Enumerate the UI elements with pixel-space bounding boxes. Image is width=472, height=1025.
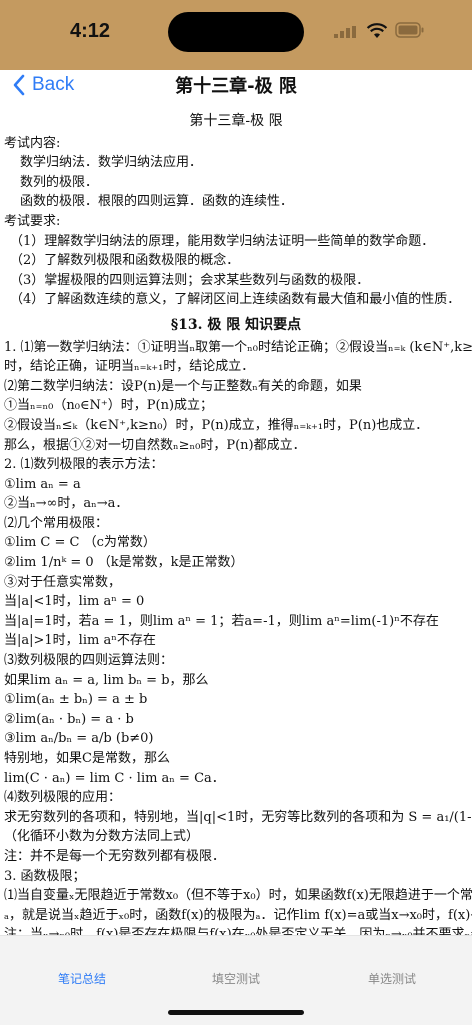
content-line: （1）理解数学归纳法的原理，能用数学归纳法证明一些简单的数学命题．: [10, 233, 435, 249]
content-line: ①lim(aₙ ± bₙ) = a ± b: [4, 692, 148, 708]
content-line: （化循环小数为分数方法同上式）: [4, 829, 200, 845]
content-line: ⑶数列极限的四则运算法则：: [4, 653, 174, 669]
tab-notes-summary[interactable]: 笔记总结: [22, 970, 142, 987]
home-indicator: [168, 1010, 304, 1015]
battery-icon: [395, 22, 424, 38]
content-line: ③lim aₙ/bₙ = a/b (b≠0): [4, 731, 154, 747]
content-line: 那么，根据①②对一切自然数ₙ≥ₙ₀时，P(n)都成立．: [4, 437, 306, 453]
content-line: （4）了解函数连续的意义，了解闭区间上连续函数有最大值和最小值的性质．: [10, 292, 461, 308]
content-line: ⑵几个常用极限：: [4, 515, 109, 531]
content-line: 3. 函数极限；: [4, 868, 86, 884]
content-line: 求无穷数列的各项和，特别地，当|q|<1时，无穷等比数列的各项和为 S = a₁…: [4, 809, 472, 825]
content-line: ③对于任意实常数，: [4, 574, 122, 590]
content-line: ②假设当ₙ≤ₖ（k∈N⁺,k≥n₀）时，P(n)成立，推得ₙ₌ₖ₊₁时，P(n)…: [4, 417, 429, 433]
content-line: 考试内容:: [4, 135, 61, 151]
content-line: ②当ₙ→∞时，aₙ→a．: [4, 496, 129, 512]
document-title: 第十三章-极 限: [189, 113, 283, 129]
cellular-signal-icon: [334, 26, 356, 38]
content-line: 数学归纳法．数学归纳法应用．: [20, 155, 203, 171]
content-line: 考试要求:: [4, 213, 61, 229]
knowledge-points: 1. ⑴第一数学归纳法：①证明当ₙ取第一个ₙ₀时结论正确；②假设当ₙ₌ₖ (k∈…: [0, 338, 472, 935]
content-line: 函数的极限．根限的四则运算．函数的连续性．: [20, 194, 294, 210]
content-line: 1. ⑴第一数学归纳法：①证明当ₙ取第一个ₙ₀时结论正确；②假设当ₙ₌ₖ (k∈…: [4, 339, 472, 355]
content-line: ②lim 1/nᵏ = 0 （k是常数，k是正常数）: [4, 555, 244, 571]
dynamic-island: [168, 12, 304, 52]
content-line: 2. ⑴数列极限的表示方法：: [4, 457, 164, 473]
content-line: ₐ，就是说当ₓ趋近于ₓ₀时，函数f(x)的极限为ₐ．记作lim f(x)=a或当…: [4, 907, 472, 923]
content-line: lim(C · aₙ) = lim C · lim aₙ = Ca．: [4, 770, 225, 786]
content-line: 如果lim aₙ = a, lim bₙ = b，那么: [4, 672, 209, 688]
navigation-bar: Back 第十三章-极 限: [0, 70, 472, 100]
content-line: （3）掌握极限的四则运算法则；会求某些数列与函数的极限．: [10, 272, 370, 288]
note-content[interactable]: 第十三章-极 限 考试内容: 数学归纳法．数学归纳法应用． 数列的极限． 函数的极限．…: [0, 100, 472, 935]
content-line: 当|a|>1时，lim aⁿ不存在: [4, 633, 156, 649]
content-line: 时，结论正确，证明当ₙ₌ₖ₊₁时，结论成立．: [4, 359, 255, 375]
page-title: 第十三章-极 限: [175, 76, 297, 97]
content-line: ①lim C = C （c为常数）: [4, 535, 156, 551]
content-line: 数列的极限．: [20, 174, 99, 190]
content-line: ②lim(aₙ · bₙ) = a · b: [4, 711, 134, 727]
exam-requirements: 考试内容: 数学归纳法．数学归纳法应用． 数列的极限． 函数的极限．根限的四则运算．函…: [0, 134, 472, 310]
content-line: 当|a|<1时，lim aⁿ = 0: [4, 594, 145, 610]
tab-fill-blank-test[interactable]: 填空测试: [176, 970, 296, 987]
content-line: 注：当ₓ→ₓ₀时，f(x)是否存在极限与f(x)在ₓ₀处是否定义无关，因为ₓ→ₓ…: [4, 927, 472, 935]
content-line: ⑷数列极限的应用：: [4, 790, 122, 806]
content-line: 注：并不是每一个无穷数列都有极限．: [4, 848, 226, 864]
content-line: ①当ₙ₌ₙ₀（n₀∈N⁺）时，P(n)成立；: [4, 398, 214, 414]
content-line: （2）了解数列极限和函数极限的概念．: [10, 253, 240, 269]
content-line: ⑴当自变量ₓ无限趋近于常数x₀（但不等于x₀）时，如果函数f(x)无限趋进于一个…: [4, 888, 472, 904]
content-line: ①lim aₙ = a: [4, 476, 81, 492]
content-line: 当|a|=1时，若a = 1，则lim aⁿ = 1；若a=-1，则lim aⁿ…: [4, 613, 439, 629]
content-line: 特别地，如果C是常数，那么: [4, 751, 170, 766]
content-line: ⑵第二数学归纳法：设P(n)是一个与正整数ₙ有关的命题，如果: [4, 378, 362, 394]
tab-single-choice-test[interactable]: 单选测试: [332, 970, 452, 987]
status-bar: 4:12: [0, 0, 472, 70]
status-time: 4:12: [70, 20, 111, 42]
section-title: §13. 极 限 知识要点: [170, 316, 302, 333]
wifi-icon: [366, 23, 388, 38]
